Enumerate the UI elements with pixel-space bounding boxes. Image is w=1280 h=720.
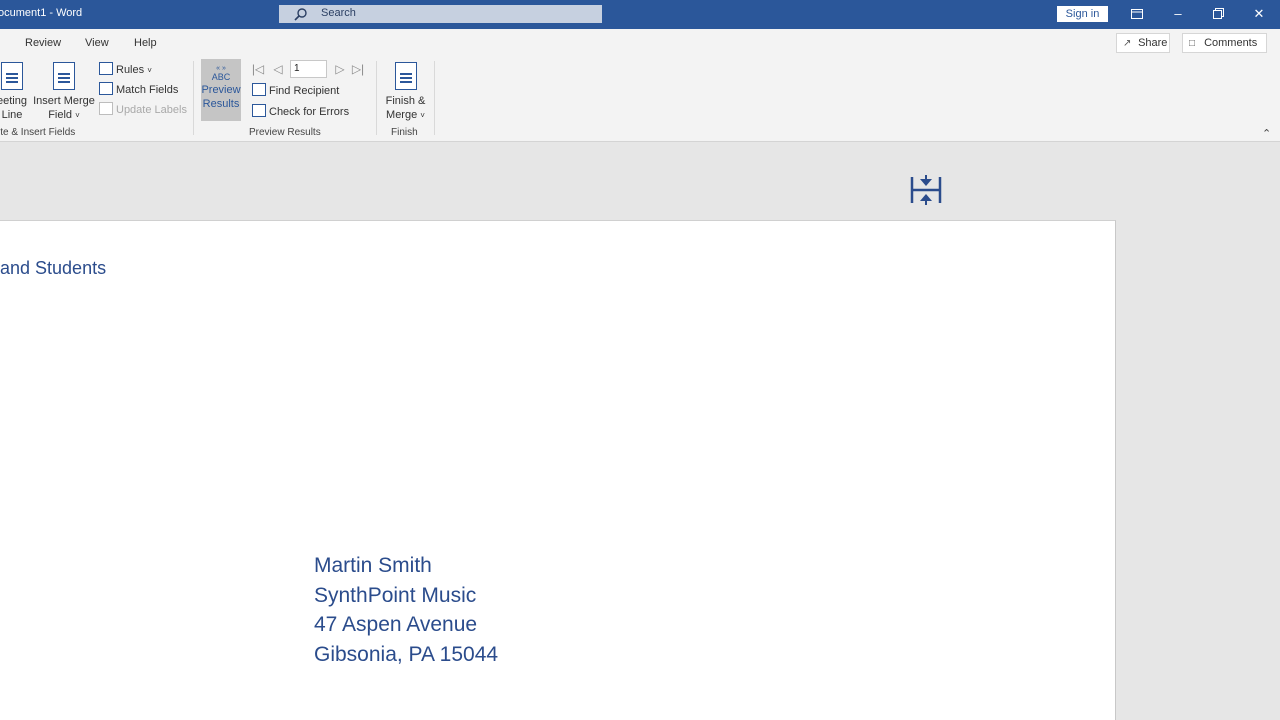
chevron-down-icon: ˅ (420, 111, 425, 120)
recipient-name: Martin Smith (314, 554, 432, 577)
check-errors-button[interactable]: Check for Errors (252, 104, 349, 118)
preview-results-label-1: Preview (201, 84, 241, 96)
rules-icon (99, 62, 113, 75)
match-fields-button[interactable]: Match Fields (99, 82, 178, 96)
search-box[interactable]: Search (279, 5, 602, 23)
preview-results-button[interactable]: « » ABC Preview Results (201, 59, 241, 121)
comments-label: Comments (1204, 37, 1258, 49)
chevron-down-icon: ˅ (147, 66, 152, 75)
svg-text:ABC: ABC (212, 72, 231, 82)
update-labels-button: Update Labels (99, 102, 187, 116)
rules-button[interactable]: Rules ˅ (99, 62, 152, 76)
insert-merge-field-button[interactable]: Insert Merge Field ˅ (33, 62, 95, 123)
comment-icon: □ (1189, 38, 1196, 49)
minimize-icon[interactable]: – (1167, 5, 1189, 23)
group-separator (376, 61, 377, 135)
find-recipient-icon (252, 83, 266, 96)
recipient-company: SynthPoint Music (314, 583, 477, 607)
window-title: ocument1 - Word (0, 7, 83, 19)
insert-merge-field-icon (53, 62, 75, 90)
title-bar: ocument1 - Word Search Sign in – ✕ (0, 0, 1280, 29)
document-area: and Students Martin Smith SynthPoint Mus… (0, 142, 1280, 720)
first-record-icon[interactable]: |◁ (250, 61, 266, 77)
greeting-line-button[interactable]: eeting Line (0, 62, 30, 122)
record-number-input[interactable]: 1 (290, 60, 327, 78)
finish-merge-label-1: Finish & (385, 95, 426, 107)
update-labels-icon (99, 102, 113, 115)
find-recipient-label: Find Recipient (269, 85, 340, 97)
insert-merge-field-label-1: Insert Merge (33, 95, 95, 107)
preview-results-label-2: Results (202, 98, 240, 110)
maximize-icon[interactable] (1207, 5, 1229, 23)
group-label-finish: Finish (391, 127, 418, 138)
preview-abc-icon: « » ABC (212, 65, 231, 82)
document-page[interactable]: and Students Martin Smith SynthPoint Mus… (0, 220, 1116, 720)
ribbon: Review View Help ↗ Share □ Comments eeti… (0, 29, 1280, 142)
search-icon (294, 8, 307, 21)
collapse-ribbon-icon[interactable]: ⌃ (1262, 127, 1271, 140)
tab-review[interactable]: Review (25, 37, 61, 49)
greeting-line-icon (1, 62, 23, 90)
greeting-line-label-2: Line (1, 109, 23, 121)
share-label: Share (1138, 37, 1168, 49)
insert-merge-field-label-2: Field (48, 109, 73, 121)
group-separator (434, 61, 435, 135)
group-label-preview-results: Preview Results (249, 127, 321, 138)
update-labels-label: Update Labels (116, 104, 187, 116)
comments-button[interactable]: □ Comments (1182, 33, 1267, 53)
finish-merge-label-2: Merge (386, 109, 418, 121)
chevron-down-icon: ˅ (75, 111, 80, 120)
greeting-line-label-1: eeting (0, 95, 27, 107)
next-record-icon[interactable]: ▷ (332, 61, 348, 77)
sign-in-button[interactable]: Sign in (1057, 6, 1108, 22)
check-errors-label: Check for Errors (269, 106, 350, 118)
rules-label: Rules (116, 64, 145, 76)
hide-white-space-icon[interactable] (910, 174, 942, 206)
group-label-write-insert: ite & Insert Fields (0, 127, 76, 138)
ribbon-display-options-icon[interactable] (1126, 5, 1148, 23)
recipient-city-state-zip: Gibsonia, PA 15044 (314, 642, 499, 666)
finish-merge-icon (394, 62, 417, 90)
last-record-icon[interactable]: ▷| (350, 61, 366, 77)
check-errors-icon (252, 104, 266, 117)
group-separator (193, 61, 194, 135)
close-icon[interactable]: ✕ (1248, 5, 1270, 23)
recipient-street: 47 Aspen Avenue (314, 613, 478, 636)
recipient-address-block: Martin Smith SynthPoint Music 47 Aspen A… (314, 551, 498, 669)
return-address-line: and Students (0, 258, 107, 278)
match-fields-icon (99, 82, 113, 95)
search-label: Search (321, 7, 356, 19)
find-recipient-button[interactable]: Find Recipient (252, 83, 339, 97)
share-button[interactable]: ↗ Share (1116, 33, 1170, 53)
tab-help[interactable]: Help (134, 37, 157, 49)
share-icon: ↗ (1123, 38, 1132, 49)
tab-view[interactable]: View (85, 37, 109, 49)
previous-record-icon[interactable]: ◁ (270, 61, 286, 77)
finish-merge-button[interactable]: Finish & Merge ˅ (383, 62, 428, 123)
match-fields-label: Match Fields (116, 84, 179, 96)
svg-text:« »: « » (216, 65, 226, 72)
